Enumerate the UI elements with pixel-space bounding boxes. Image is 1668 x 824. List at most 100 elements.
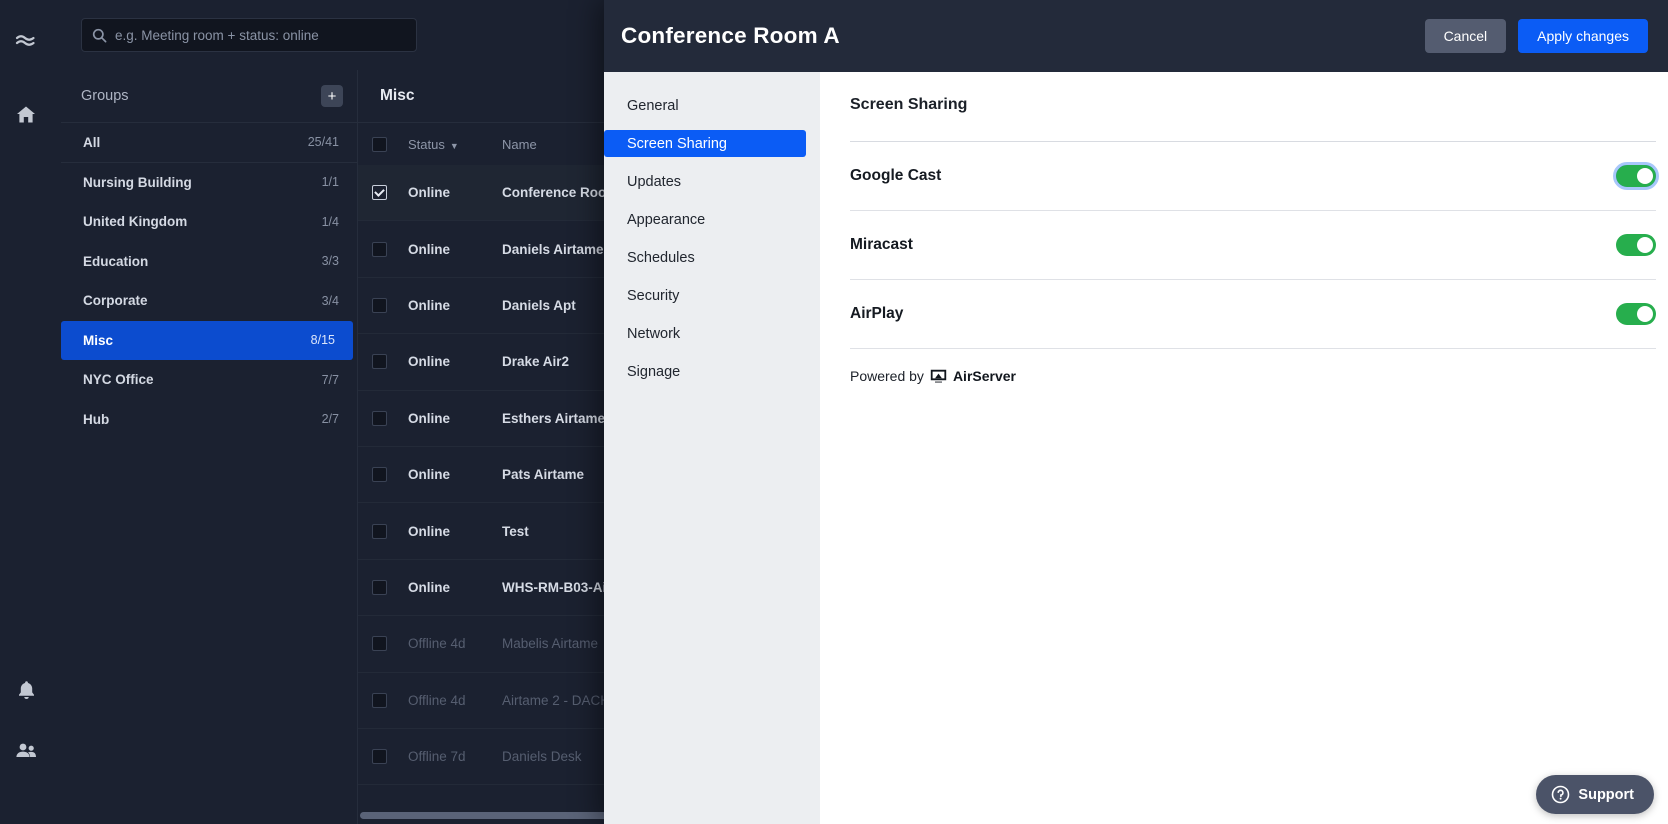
select-all-checkbox[interactable] [372, 136, 387, 152]
search-box[interactable] [81, 18, 417, 52]
group-count: 25/41 [307, 135, 339, 150]
toggle-knob [1637, 237, 1653, 253]
row-checkbox[interactable] [372, 241, 387, 257]
page-title: Conference Room A [621, 23, 840, 48]
row-checkbox-cell [372, 636, 408, 652]
settings-nav-item[interactable]: Updates [604, 168, 820, 195]
status-badge: Online [408, 523, 451, 539]
group-item[interactable]: All 25/41 [61, 123, 357, 163]
groups-header: Groups + [61, 70, 357, 123]
devices-group-title: Misc [380, 87, 415, 104]
settings-nav-item[interactable]: Appearance [604, 206, 820, 233]
toggle-switch[interactable] [1616, 234, 1656, 256]
settings-nav: General Screen Sharing Updates Appearance Sc… [604, 72, 820, 824]
group-item[interactable]: Hub 2/7 [61, 400, 357, 440]
groups-title: Groups [81, 88, 129, 104]
row-checkbox[interactable] [372, 354, 387, 370]
group-count: 1/1 [321, 175, 339, 190]
group-label: Nursing Building [83, 174, 192, 190]
setting-row: AirPlay [850, 280, 1656, 349]
settings-rows: Google Cast Miracast AirPlay [820, 142, 1668, 349]
status-badge: Online [408, 241, 451, 257]
group-count: 3/4 [321, 293, 339, 308]
group-item[interactable]: NYC Office 7/7 [61, 360, 357, 400]
bell-icon[interactable] [0, 664, 52, 716]
support-label: Support [1578, 786, 1634, 803]
row-checkbox[interactable] [372, 579, 387, 595]
toggle-knob [1637, 306, 1653, 322]
left-icon-rail [0, 0, 52, 824]
search-bar [81, 18, 417, 52]
panel-header: Conference Room A Cancel Apply changes [604, 0, 1668, 72]
group-count: 3/3 [321, 254, 339, 269]
group-count: 1/4 [321, 214, 339, 229]
toggle-switch[interactable] [1616, 303, 1656, 325]
setting-row: Miracast [850, 211, 1656, 280]
row-checkbox[interactable] [372, 297, 387, 313]
row-checkbox[interactable] [372, 749, 387, 765]
people-icon[interactable] [0, 724, 52, 776]
group-label: Misc [83, 332, 114, 348]
select-all-cell [372, 136, 408, 152]
settings-main: Screen Sharing Google Cast Miracast AirPla… [820, 72, 1668, 824]
row-checkbox-cell [372, 185, 408, 201]
row-checkbox-cell [372, 579, 408, 595]
row-checkbox[interactable] [372, 185, 387, 201]
section-title: Screen Sharing [850, 96, 968, 113]
status-badge: Online [408, 185, 451, 201]
row-checkbox-cell [372, 241, 408, 257]
powered-by: Powered by AirServer [850, 349, 1668, 384]
group-item[interactable]: United Kingdom 1/4 [61, 202, 357, 242]
group-label: Hub [83, 411, 110, 427]
cancel-button[interactable]: Cancel [1424, 19, 1507, 53]
panel-body: General Screen Sharing Updates Appearance Sc… [604, 72, 1668, 824]
status-badge: Offline 4d [408, 636, 466, 652]
status-badge: Online [408, 297, 451, 313]
group-item[interactable]: Nursing Building 1/1 [61, 163, 357, 203]
add-group-button[interactable]: + [321, 85, 343, 107]
groups-panel: Groups + All 25/41 Nursing Building 1/1 Unit… [61, 70, 357, 824]
group-label: NYC Office [83, 372, 154, 388]
logo-icon[interactable] [0, 14, 52, 66]
row-checkbox[interactable] [372, 692, 387, 708]
group-label: Education [83, 253, 149, 269]
app-root: Groups + All 25/41 Nursing Building 1/1 Unit… [0, 0, 1668, 824]
settings-nav-item[interactable]: Screen Sharing [604, 130, 806, 157]
status-badge: Online [408, 354, 451, 370]
settings-nav-item[interactable]: Signage [604, 358, 820, 385]
row-checkbox[interactable] [372, 410, 387, 426]
setting-label: Google Cast [850, 167, 942, 184]
support-button[interactable]: Support [1536, 775, 1654, 814]
status-badge: Online [408, 579, 451, 595]
settings-nav-item[interactable]: Schedules [604, 244, 820, 271]
settings-nav-item[interactable]: General [604, 92, 820, 119]
group-item[interactable]: Misc 8/15 [61, 320, 353, 360]
toggle-switch[interactable] [1613, 162, 1659, 190]
column-header-status[interactable]: Status ▼ [408, 137, 502, 152]
setting-label: Miracast [850, 236, 913, 253]
row-checkbox[interactable] [372, 523, 387, 539]
group-item[interactable]: Education 3/3 [61, 242, 357, 282]
row-checkbox-cell [372, 297, 408, 313]
group-label: All [83, 134, 101, 150]
apply-changes-button[interactable]: Apply changes [1518, 19, 1648, 53]
row-checkbox[interactable] [372, 636, 387, 652]
row-checkbox-cell [372, 692, 408, 708]
row-checkbox-cell [372, 354, 408, 370]
group-list: All 25/41 Nursing Building 1/1 United Kingdo… [61, 123, 357, 439]
group-label: Corporate [83, 293, 148, 309]
column-header-status-label: Status [408, 136, 445, 152]
home-icon[interactable] [0, 88, 52, 140]
settings-nav-item[interactable]: Security [604, 282, 820, 309]
search-input[interactable] [115, 27, 406, 43]
toggle-knob [1637, 168, 1653, 184]
settings-nav-item[interactable]: Network [604, 320, 820, 347]
setting-row: Google Cast [850, 142, 1659, 211]
device-settings-panel: Conference Room A Cancel Apply changes G… [604, 0, 1668, 824]
row-checkbox[interactable] [372, 467, 387, 483]
group-label: United Kingdom [83, 214, 188, 230]
row-checkbox-cell [372, 523, 408, 539]
group-count: 2/7 [321, 412, 339, 427]
setting-label: AirPlay [850, 305, 904, 322]
group-item[interactable]: Corporate 3/4 [61, 281, 357, 321]
